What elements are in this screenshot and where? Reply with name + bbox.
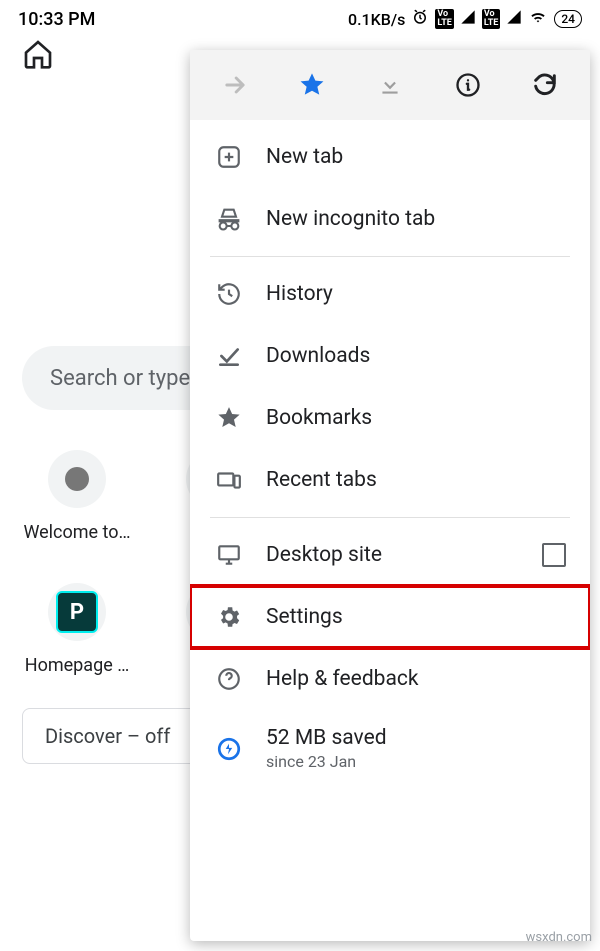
menu-incognito[interactable]: New incognito tab	[190, 188, 590, 250]
data-saver-icon	[214, 734, 244, 764]
discover-toggle[interactable]: Discover – off	[22, 708, 202, 764]
menu-divider	[210, 517, 570, 518]
downloads-check-icon	[214, 341, 244, 371]
menu-bookmarks[interactable]: Bookmarks	[190, 387, 590, 449]
battery-indicator: 24	[554, 10, 582, 28]
status-bar: 10:33 PM 0.1KB/s VoLTE VoLTE 24	[0, 0, 600, 38]
forward-button[interactable]	[213, 63, 257, 107]
menu-new-tab[interactable]: New tab	[190, 126, 590, 188]
menu-divider	[210, 256, 570, 257]
signal-icon-1	[460, 9, 476, 29]
bookmark-star-button[interactable]	[290, 63, 334, 107]
shortcut-homepage[interactable]: P Homepage …	[22, 583, 132, 676]
alarm-icon	[411, 8, 429, 30]
info-button[interactable]	[446, 63, 490, 107]
data-saver-sub: since 23 Jan	[266, 752, 566, 771]
desktop-site-checkbox[interactable]	[542, 543, 566, 567]
incognito-icon	[214, 204, 244, 234]
recent-tabs-icon	[214, 465, 244, 495]
menu-toolbar	[190, 50, 590, 120]
menu-downloads[interactable]: Downloads	[190, 325, 590, 387]
shortcut-welcome[interactable]: Welcome to…	[22, 450, 132, 543]
help-icon	[214, 664, 244, 694]
chrome-overflow-menu: New tab New incognito tab History Downlo…	[190, 50, 590, 941]
download-button[interactable]	[368, 63, 412, 107]
menu-history[interactable]: History	[190, 263, 590, 325]
bookmarks-star-icon	[214, 403, 244, 433]
gear-icon	[214, 602, 244, 632]
history-icon	[214, 279, 244, 309]
lte-badge-1: VoLTE	[435, 9, 454, 29]
reload-button[interactable]	[523, 63, 567, 107]
search-placeholder: Search or type	[50, 366, 190, 391]
signal-icon-2	[506, 9, 522, 29]
menu-recent-tabs[interactable]: Recent tabs	[190, 449, 590, 511]
data-saver-main: 52 MB saved	[266, 726, 566, 750]
menu-data-saver[interactable]: 52 MB saved since 23 Jan	[190, 710, 590, 787]
watermark: wsxdn.com	[526, 930, 592, 945]
net-speed: 0.1KB/s	[348, 10, 405, 29]
status-time: 10:33 PM	[18, 9, 95, 30]
menu-help[interactable]: Help & feedback	[190, 648, 590, 710]
new-tab-icon	[214, 142, 244, 172]
lte-badge-2: VoLTE	[482, 9, 501, 29]
menu-settings[interactable]: Settings	[190, 586, 590, 648]
status-indicators: 0.1KB/s VoLTE VoLTE 24	[348, 8, 582, 30]
desktop-icon	[214, 540, 244, 570]
wifi-icon	[528, 9, 548, 29]
menu-desktop-site[interactable]: Desktop site	[190, 524, 590, 586]
